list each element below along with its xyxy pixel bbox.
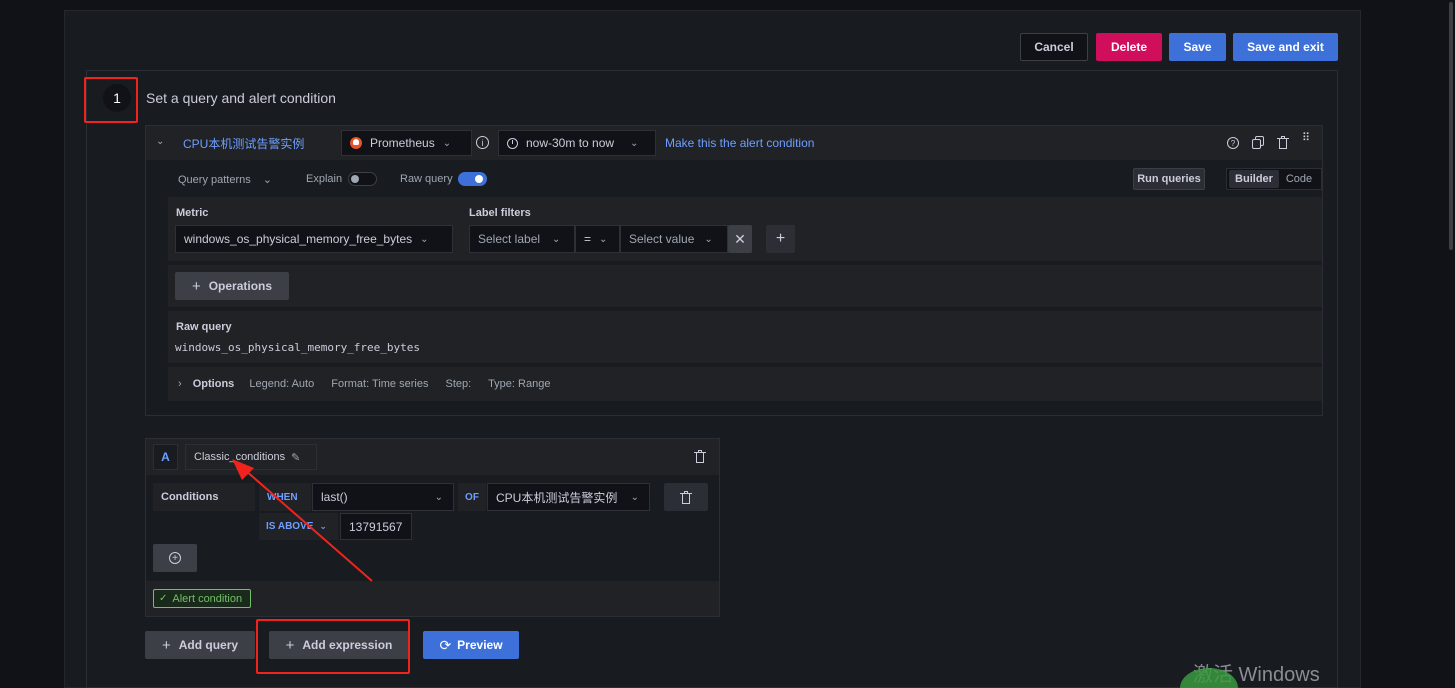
annotation-arrow: [232, 459, 373, 582]
